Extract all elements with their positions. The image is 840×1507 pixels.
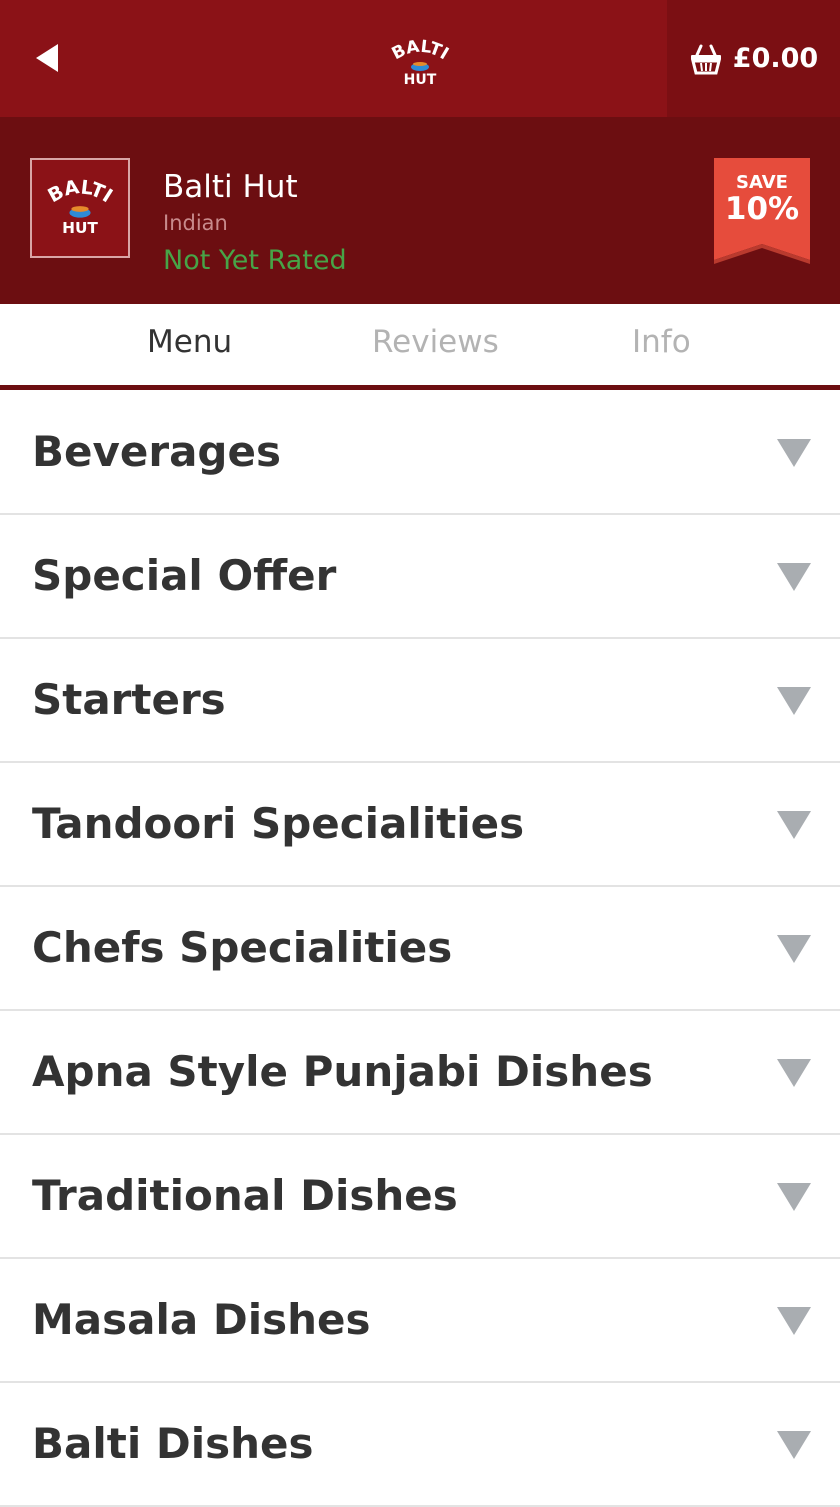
menu-category-list: Beverages Special Offer Starters Tandoor… bbox=[0, 391, 840, 1507]
category-chefs-specialities[interactable]: Chefs Specialities bbox=[0, 887, 840, 1011]
cart-total: £0.00 bbox=[732, 43, 819, 74]
chevron-down-icon bbox=[777, 1183, 811, 1211]
category-beverages[interactable]: Beverages bbox=[0, 391, 840, 515]
category-tandoori-specialities[interactable]: Tandoori Specialities bbox=[0, 763, 840, 887]
category-traditional-dishes[interactable]: Traditional Dishes bbox=[0, 1135, 840, 1259]
offer-value: 10% bbox=[724, 191, 800, 227]
category-starters[interactable]: Starters bbox=[0, 639, 840, 763]
category-label: Masala Dishes bbox=[32, 1295, 371, 1344]
category-balti-dishes[interactable]: Balti Dishes bbox=[0, 1383, 840, 1507]
chevron-down-icon bbox=[777, 687, 811, 715]
category-special-offer[interactable]: Special Offer bbox=[0, 515, 840, 639]
category-label: Tandoori Specialities bbox=[32, 799, 525, 848]
offer-label: SAVE bbox=[736, 172, 788, 193]
tab-info[interactable]: Info bbox=[632, 324, 691, 360]
chevron-down-icon bbox=[777, 1307, 811, 1335]
cart-button[interactable]: £0.00 bbox=[667, 0, 840, 117]
svg-text:BALTI: BALTI bbox=[44, 175, 117, 207]
top-bar: BALTI HUT £0.00 bbox=[0, 0, 840, 117]
restaurant-rating: Not Yet Rated bbox=[163, 245, 347, 276]
restaurant-cuisine: Indian bbox=[163, 211, 228, 235]
restaurant-header: BALTI HUT Balti Hut Indian Not Yet Rated… bbox=[0, 117, 840, 304]
chevron-down-icon bbox=[777, 1431, 811, 1459]
category-label: Chefs Specialities bbox=[32, 923, 453, 972]
chevron-down-icon bbox=[777, 811, 811, 839]
restaurant-logo-text-bottom: HUT bbox=[62, 219, 98, 237]
svg-text:BALTI: BALTI bbox=[389, 37, 452, 65]
restaurant-logo-text-top: BALTI bbox=[44, 175, 117, 207]
category-masala-dishes[interactable]: Masala Dishes bbox=[0, 1259, 840, 1383]
category-label: Traditional Dishes bbox=[32, 1171, 458, 1220]
tab-reviews[interactable]: Reviews bbox=[372, 324, 499, 360]
category-label: Starters bbox=[32, 675, 226, 724]
logo-text-top: BALTI bbox=[389, 37, 452, 65]
category-label: Apna Style Punjabi Dishes bbox=[32, 1047, 653, 1096]
logo-text-bottom: HUT bbox=[404, 72, 437, 88]
tab-menu[interactable]: Menu bbox=[147, 324, 232, 360]
app-logo: BALTI HUT bbox=[389, 37, 452, 88]
back-button[interactable] bbox=[30, 38, 64, 78]
chevron-down-icon bbox=[777, 935, 811, 963]
back-arrow-icon bbox=[36, 44, 58, 72]
category-label: Beverages bbox=[32, 427, 281, 476]
category-label: Balti Dishes bbox=[32, 1419, 314, 1468]
tab-bar: Menu Reviews Info bbox=[0, 304, 840, 390]
restaurant-logo: BALTI HUT bbox=[30, 158, 130, 258]
chevron-down-icon bbox=[777, 1059, 811, 1087]
restaurant-name: Balti Hut bbox=[163, 169, 298, 205]
category-label: Special Offer bbox=[32, 551, 337, 600]
chevron-down-icon bbox=[777, 439, 811, 467]
chevron-down-icon bbox=[777, 563, 811, 591]
basket-icon bbox=[690, 44, 721, 74]
category-apna-style-punjabi-dishes[interactable]: Apna Style Punjabi Dishes bbox=[0, 1011, 840, 1135]
